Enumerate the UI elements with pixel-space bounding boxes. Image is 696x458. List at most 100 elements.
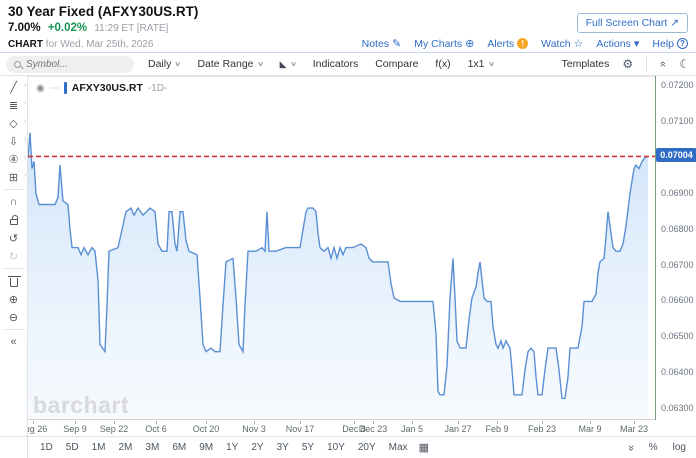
chart-settings-icon[interactable]: ⊞› xyxy=(0,168,28,186)
sidebar-divider xyxy=(4,268,24,269)
symbol-search-input[interactable] xyxy=(26,59,116,70)
toolbar-divider xyxy=(646,57,647,71)
chart-label: CHART xyxy=(8,39,43,50)
chevron-down-icon: ∨ xyxy=(487,60,494,68)
expand-icon: ↗ xyxy=(670,17,679,29)
help-link-label: Help xyxy=(652,38,674,50)
symbol-search[interactable] xyxy=(6,56,134,73)
chart-page: 30 Year Fixed (AFXY30US.RT) 7.00% +0.02%… xyxy=(0,0,696,458)
x-axis-label: Mar 23 xyxy=(620,424,648,434)
eye-icon[interactable]: ◉ xyxy=(36,83,45,94)
quote-price: 7.00% xyxy=(8,22,41,34)
magnet-icon[interactable]: ∩ xyxy=(0,193,28,211)
price-axis[interactable]: 0.072000.071000.069000.068000.067000.066… xyxy=(655,76,696,420)
period-2m[interactable]: 2M xyxy=(117,440,135,455)
x-axis-label: Nov 17 xyxy=(286,424,315,434)
x-axis-label: Jan 27 xyxy=(444,424,471,434)
x-axis-label: Nov 3 xyxy=(242,424,266,434)
chevron-right-icon: › xyxy=(24,172,26,179)
y-axis-label: 0.06300 xyxy=(661,403,694,413)
period-1d[interactable]: 1D xyxy=(38,440,55,455)
sidebar-divider xyxy=(4,189,24,190)
period-3y[interactable]: 3Y xyxy=(275,440,291,455)
quote-timestamp: 11:29 ET [RATE] xyxy=(94,23,168,34)
lock-icon[interactable] xyxy=(0,211,28,229)
collapse-down-icon[interactable]: » xyxy=(625,444,637,450)
period-2y[interactable]: 2Y xyxy=(249,440,265,455)
arrow-icon[interactable]: ⇩› xyxy=(0,132,28,150)
my-charts-link[interactable]: My Charts⊕ xyxy=(414,37,474,50)
calendar-icon[interactable]: ▦ xyxy=(419,441,429,454)
period-3m[interactable]: 3M xyxy=(143,440,161,455)
collapse-sidebar-icon[interactable]: « xyxy=(0,333,28,351)
x-axis-label: Jan 5 xyxy=(401,424,423,434)
chevron-down-icon: ∨ xyxy=(174,60,181,68)
undo-icon[interactable]: ↺ xyxy=(0,229,28,247)
gear-icon[interactable]: ⚙ xyxy=(622,57,633,71)
y-axis-label: 0.07100 xyxy=(661,116,694,126)
chart-toolbar: Daily∨Date Range∨◣∨IndicatorsComparef(x)… xyxy=(0,53,696,76)
period-1m[interactable]: 1M xyxy=(90,440,108,455)
chevron-right-icon: › xyxy=(24,154,26,161)
header-links: Notes✎ My Charts⊕ Alerts! Watch☆ Actions ▾ Hel… xyxy=(362,37,688,50)
shapes-icon[interactable]: ◇› xyxy=(0,114,28,132)
frequency-menu[interactable]: Daily∨ xyxy=(148,58,180,70)
lock-tool-shape xyxy=(10,219,18,225)
period-10y[interactable]: 10Y xyxy=(325,440,347,455)
x-axis-label: Oct 20 xyxy=(193,424,220,434)
x-axis-label: Oct 6 xyxy=(145,424,167,434)
date-range-menu[interactable]: Date Range∨ xyxy=(197,58,262,70)
series-area-fill xyxy=(28,133,648,420)
period-9m[interactable]: 9M xyxy=(197,440,215,455)
chart-date-row: CHART for Wed, Mar 25th, 2026 xyxy=(8,39,153,50)
actions-link-label: Actions xyxy=(596,38,630,50)
period-20y[interactable]: 20Y xyxy=(356,440,378,455)
help-link[interactable]: Help? xyxy=(652,38,688,50)
quote-row: 7.00% +0.02% 11:29 ET [RATE] xyxy=(8,22,168,34)
y-axis-label: 0.06500 xyxy=(661,331,694,341)
period-5y[interactable]: 5Y xyxy=(300,440,316,455)
annotation-icon[interactable]: ≣› xyxy=(0,96,28,114)
more-options-icon[interactable]: ⋯ xyxy=(50,83,59,94)
circled-4-icon[interactable]: ④› xyxy=(0,150,28,168)
notes-link[interactable]: Notes✎ xyxy=(362,37,402,50)
period-1y[interactable]: 1Y xyxy=(224,440,240,455)
area-chart-type-icon: ◣ xyxy=(280,59,287,70)
period-max[interactable]: Max xyxy=(387,440,410,455)
log-scale-toggle[interactable]: log xyxy=(673,442,686,453)
quote-change: +0.02% xyxy=(48,22,87,34)
zoom-in-icon[interactable]: ⊕ xyxy=(0,290,28,308)
alerts-link[interactable]: Alerts! xyxy=(487,38,528,50)
templates-button[interactable]: Templates xyxy=(561,58,609,70)
search-icon xyxy=(14,61,21,68)
help-icon: ? xyxy=(677,38,688,49)
compare-menu[interactable]: Compare xyxy=(375,58,418,70)
full-screen-chart-button[interactable]: Full Screen Chart ↗ xyxy=(577,13,688,33)
period-6m[interactable]: 6M xyxy=(170,440,188,455)
chevron-right-icon: › xyxy=(24,118,26,125)
trendline-icon[interactable]: ╱› xyxy=(0,78,28,96)
actions-icon: ▾ xyxy=(634,37,640,50)
redo-icon[interactable]: ↻ xyxy=(0,247,28,265)
legend-symbol: AFXY30US.RT xyxy=(72,82,143,94)
sidebar-divider xyxy=(4,329,24,330)
layout-menu[interactable]: 1x1∨ xyxy=(468,58,494,70)
date-axis[interactable]: Aug 26Sep 9Sep 22Oct 6Oct 20Nov 3Nov 17D… xyxy=(28,421,655,436)
actions-link[interactable]: Actions ▾ xyxy=(596,37,639,50)
zoom-out-icon[interactable]: ⊖ xyxy=(0,308,28,326)
collapse-up-icon[interactable]: » xyxy=(657,61,669,67)
percent-scale-toggle[interactable]: % xyxy=(649,442,658,453)
chart-type-menu[interactable]: ◣∨ xyxy=(280,59,296,70)
fx-menu[interactable]: f(x) xyxy=(435,58,450,70)
watch-icon: ☆ xyxy=(574,37,584,50)
toolbar-menus: Daily∨Date Range∨◣∨IndicatorsComparef(x)… xyxy=(148,58,494,70)
dark-mode-icon[interactable]: ☾ xyxy=(679,57,690,71)
indicators-menu[interactable]: Indicators xyxy=(313,58,359,70)
chart-plot-area[interactable]: ◉ ⋯ AFXY30US.RT -1D- barchart xyxy=(28,76,655,420)
watch-link[interactable]: Watch☆ xyxy=(541,37,583,50)
alerts-link-label: Alerts xyxy=(487,38,514,50)
delete-icon[interactable] xyxy=(0,272,28,290)
period-5d[interactable]: 5D xyxy=(64,440,81,455)
indicators-menu-label: Indicators xyxy=(313,58,359,70)
layout-menu-label: 1x1 xyxy=(468,58,485,70)
